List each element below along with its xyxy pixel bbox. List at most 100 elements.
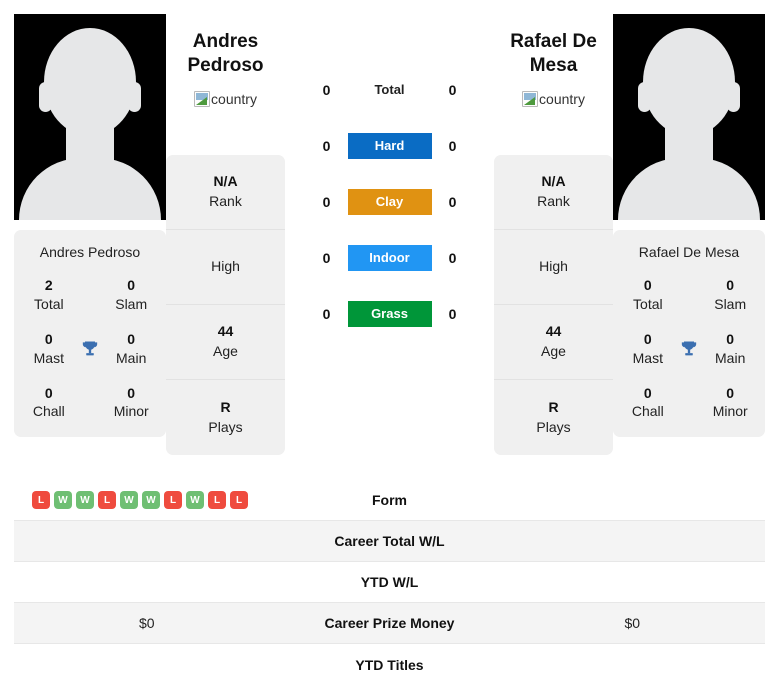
left-player-name-line2: Pedroso	[187, 55, 264, 77]
surface-badge-grass[interactable]: Grass	[347, 301, 432, 327]
form-badge-win: W	[186, 491, 204, 509]
right-player-name-line2: Mesa	[529, 55, 578, 77]
right-stat-plays: R Plays	[494, 380, 613, 455]
left-titles-mast: 0 Mast	[22, 330, 76, 368]
left-stat-rank-label: Rank	[209, 193, 242, 209]
surface-badge-indoor[interactable]: Indoor	[347, 245, 432, 271]
avatar-ear-right	[727, 82, 740, 112]
left-titles-minor-label: Minor	[113, 403, 149, 420]
right-titles-mast-label: Mast	[632, 349, 663, 366]
h2h-row-clay: 0 Clay 0	[285, 174, 494, 230]
table-label-form: Form	[372, 492, 407, 508]
table-row-ytd-titles: YTD Titles	[14, 644, 765, 685]
left-player-name[interactable]: Andres Pedroso	[166, 30, 285, 79]
h2h-hard-badge-wrap: Hard	[347, 133, 432, 159]
broken-image-icon	[194, 90, 211, 107]
right-player-photo-column: Rafael De Mesa 0 Total 0 Slam 0 Mast 0 M…	[613, 14, 765, 438]
left-stat-age-value: 44	[217, 323, 234, 340]
broken-image-icon	[522, 90, 539, 107]
right-player-name-block: Rafael De Mesa country	[494, 14, 613, 133]
right-titles-minor-label: Minor	[712, 403, 748, 420]
career-prize-money-right: $0	[624, 615, 641, 631]
left-player-name-block: Andres Pedroso country	[166, 14, 285, 133]
table-row-career-total-wl: Career Total W/L	[14, 521, 765, 562]
left-stat-rank: N/A Rank	[166, 155, 285, 230]
h2h-total-label-wrap: Total	[348, 81, 432, 99]
avatar-head	[643, 28, 735, 136]
left-titles-main-value: 0	[127, 330, 136, 347]
avatar-ear-left	[39, 82, 52, 112]
right-player-name[interactable]: Rafael De Mesa	[494, 30, 613, 79]
right-titles-minor-value: 0	[726, 384, 735, 401]
left-player-stats: N/A Rank High 44 Age R Plays	[166, 155, 285, 455]
left-stat-age-label: Age	[213, 343, 238, 359]
h2h-row-total: 0 Total 0	[285, 62, 494, 118]
form-badge-win: W	[76, 491, 94, 509]
right-player-titles-card: Rafael De Mesa 0 Total 0 Slam 0 Mast 0 M…	[613, 230, 765, 438]
h2h-total-label: Total	[374, 82, 405, 97]
form-left-cell: LWWLWWLWLL	[14, 491, 280, 509]
surface-badge-hard[interactable]: Hard	[347, 133, 432, 159]
h2h-left-hard: 0	[322, 138, 331, 154]
right-player-country-alt: country	[539, 90, 585, 107]
right-titles-main: 0 Main	[703, 330, 757, 368]
right-stat-rank-value: N/A	[541, 173, 566, 190]
right-titles-row-2: 0 Mast 0 Main	[621, 330, 757, 368]
left-titles-mast-label: Mast	[33, 349, 64, 366]
left-titles-mast-value: 0	[44, 330, 53, 347]
right-stat-high: High	[494, 230, 613, 305]
right-player-avatar	[613, 14, 765, 220]
surface-badge-clay[interactable]: Clay	[347, 189, 432, 215]
left-stat-age: 44 Age	[166, 305, 285, 380]
right-titles-chall-label: Chall	[631, 403, 664, 420]
left-titles-minor: 0 Minor	[104, 384, 158, 422]
table-row-form: LWWLWWLWLL Form	[14, 480, 765, 521]
comparison-header: Andres Pedroso 2 Total 0 Slam 0 Mast 0 M…	[0, 0, 779, 480]
right-player-name-line1: Rafael De	[510, 31, 597, 52]
avatar-body	[618, 158, 760, 220]
left-titles-row-1: 2 Total 0 Slam	[22, 276, 158, 314]
avatar-ear-right	[128, 82, 141, 112]
right-stat-age-value: 44	[545, 323, 562, 340]
form-badge-loss: L	[164, 491, 182, 509]
h2h-right-grass: 0	[448, 306, 457, 322]
form-badge-loss: L	[208, 491, 226, 509]
h2h-left-clay: 0	[322, 194, 331, 210]
left-titles-slam-label: Slam	[115, 295, 148, 312]
table-label-career-total-wl: Career Total W/L	[334, 533, 445, 549]
left-player-titles-card: Andres Pedroso 2 Total 0 Slam 0 Mast 0 M…	[14, 230, 166, 438]
left-titles-minor-value: 0	[127, 384, 136, 401]
h2h-indoor-badge-wrap: Indoor	[347, 245, 432, 271]
right-stat-age: 44 Age	[494, 305, 613, 380]
right-stat-age-label: Age	[541, 343, 566, 359]
left-titles-chall-label: Chall	[32, 403, 65, 420]
right-stat-high-label: High	[539, 258, 568, 275]
left-stat-plays: R Plays	[166, 380, 285, 455]
avatar-head	[44, 28, 136, 136]
trophy-icon	[76, 339, 105, 359]
player-comparison-page: Andres Pedroso 2 Total 0 Slam 0 Mast 0 M…	[0, 0, 779, 699]
form-badge-loss: L	[32, 491, 50, 509]
comparison-table: LWWLWWLWLL Form Career Total W/L YTD W/L…	[0, 480, 779, 685]
right-titles-main-value: 0	[726, 330, 735, 347]
head-to-head-column: 0 Total 0 0 Hard 0 0 Clay 0 0 Indoor 0 0…	[285, 14, 494, 342]
h2h-grass-badge-wrap: Grass	[347, 301, 432, 327]
h2h-left-grass: 0	[322, 306, 331, 322]
trophy-icon	[675, 339, 704, 359]
right-titles-mast: 0 Mast	[621, 330, 675, 368]
h2h-row-indoor: 0 Indoor 0	[285, 230, 494, 286]
h2h-left-indoor: 0	[322, 250, 331, 266]
left-titles-main: 0 Main	[104, 330, 158, 368]
right-stat-rank: N/A Rank	[494, 155, 613, 230]
right-titles-main-label: Main	[715, 349, 746, 366]
table-row-career-prize-money: $0 Career Prize Money $0	[14, 603, 765, 644]
right-stat-plays-label: Plays	[536, 418, 571, 435]
right-stat-plays-value: R	[548, 398, 559, 415]
right-player-card-name: Rafael De Mesa	[638, 244, 740, 260]
left-player-country-alt: country	[211, 90, 257, 107]
table-label-ytd-wl: YTD W/L	[360, 574, 419, 590]
form-badges-left: LWWLWWLWLL	[20, 491, 248, 509]
form-badge-loss: L	[98, 491, 116, 509]
right-titles-total-label: Total	[633, 295, 663, 312]
form-badge-loss: L	[230, 491, 248, 509]
